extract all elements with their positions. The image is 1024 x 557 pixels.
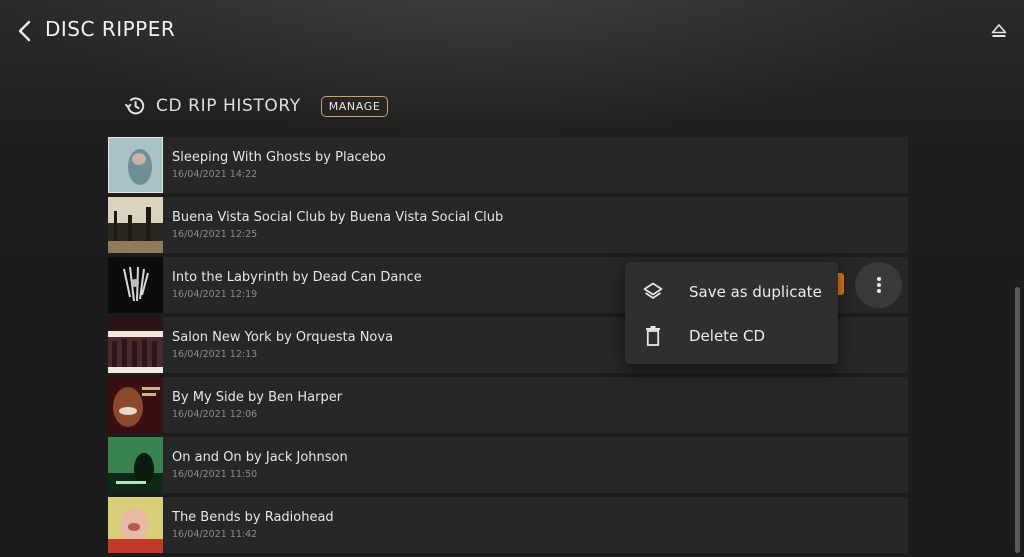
app-title: DISC RIPPER: [45, 17, 176, 41]
rip-title: The Bends by Radiohead: [172, 510, 334, 525]
rip-date: 16/04/2021 12:13: [172, 349, 258, 360]
section-header: CD RIP HISTORY MANAGE: [122, 92, 389, 120]
scrollbar[interactable]: [1015, 287, 1020, 553]
rip-title: Into the Labyrinth by Dead Can Dance: [172, 270, 422, 285]
rip-date: 16/04/2021 12:06: [172, 409, 258, 420]
rip-info: Into the Labyrinth by Dead Can Dance 16/…: [172, 270, 422, 300]
context-menu: Save as duplicate Delete CD: [625, 262, 838, 364]
back-button[interactable]: [12, 18, 38, 44]
rip-date: 16/04/2021 12:25: [172, 229, 258, 240]
more-options-button[interactable]: [855, 262, 902, 308]
save-as-duplicate-menu-item[interactable]: Save as duplicate: [625, 270, 838, 314]
rip-info: On and On by Jack Johnson 16/04/2021 11:…: [172, 450, 348, 480]
layers-icon: [641, 280, 665, 304]
rip-row[interactable]: Sleeping With Ghosts by Placebo 16/04/20…: [108, 137, 908, 193]
rip-info: Buena Vista Social Club by Buena Vista S…: [172, 210, 503, 240]
album-art: [108, 497, 163, 553]
menu-item-label: Save as duplicate: [689, 283, 822, 301]
rip-date: 16/04/2021 12:19: [172, 289, 258, 300]
album-art: [108, 137, 163, 193]
manage-button[interactable]: MANAGE: [320, 95, 389, 117]
rip-row[interactable]: Buena Vista Social Club by Buena Vista S…: [108, 197, 908, 253]
eject-icon: [991, 24, 1007, 37]
rip-row[interactable]: On and On by Jack Johnson 16/04/2021 11:…: [108, 437, 908, 493]
rip-title: Salon New York by Orquesta Nova: [172, 330, 394, 345]
rip-title: On and On by Jack Johnson: [172, 450, 348, 465]
chevron-left-icon: [18, 20, 31, 42]
rip-info: Salon New York by Orquesta Nova 16/04/20…: [172, 330, 393, 360]
delete-cd-menu-item[interactable]: Delete CD: [625, 314, 838, 358]
rip-info: By My Side by Ben Harper 16/04/2021 12:0…: [172, 390, 342, 420]
rip-date: 16/04/2021 14:22: [172, 169, 258, 180]
rip-date: 16/04/2021 11:50: [172, 469, 258, 480]
rip-title: Buena Vista Social Club by Buena Vista S…: [172, 210, 504, 225]
eject-button[interactable]: [988, 20, 1010, 42]
more-vertical-icon: [876, 277, 881, 293]
rip-date: 16/04/2021 11:42: [172, 529, 258, 540]
rip-row[interactable]: The Bends by Radiohead 16/04/2021 11:42: [108, 497, 908, 553]
top-bar: DISC RIPPER: [0, 0, 1024, 60]
album-art: [108, 197, 163, 253]
menu-item-label: Delete CD: [689, 327, 766, 345]
trash-icon: [641, 324, 665, 348]
album-art: [108, 317, 163, 373]
album-art: [108, 257, 163, 313]
rip-info: The Bends by Radiohead 16/04/2021 11:42: [172, 510, 334, 540]
section-title: CD RIP HISTORY: [156, 96, 301, 116]
album-art: [108, 437, 163, 493]
rip-row[interactable]: By My Side by Ben Harper 16/04/2021 12:0…: [108, 377, 908, 433]
history-icon: [122, 93, 148, 119]
rip-info: Sleeping With Ghosts by Placebo 16/04/20…: [172, 150, 386, 180]
rip-title: By My Side by Ben Harper: [172, 390, 343, 405]
rip-title: Sleeping With Ghosts by Placebo: [172, 150, 386, 165]
album-art: [108, 377, 163, 433]
